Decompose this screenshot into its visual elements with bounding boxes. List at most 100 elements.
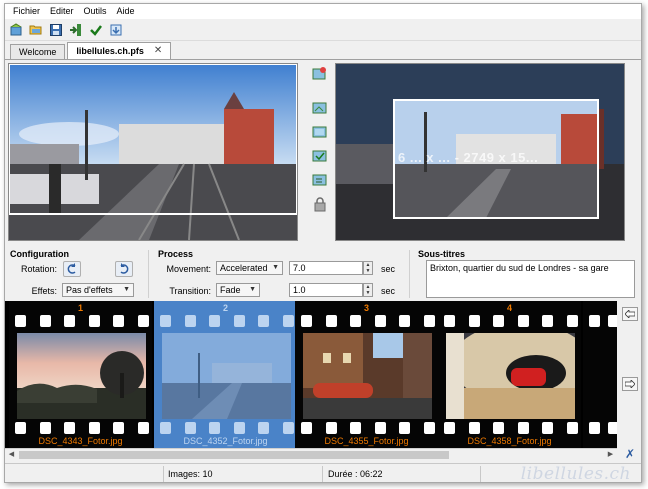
status-bar: Images: 10 Durée : 06:22 libellules.ch — [5, 463, 641, 483]
import-button[interactable] — [68, 22, 84, 38]
movement-duration-value: 7.0 — [293, 263, 306, 273]
frame-filename: DSC_4358_Fotor.jpg — [467, 436, 552, 446]
status-separator — [480, 466, 481, 482]
dimensions-overlay: 6 ... x ... - 2749 x 15... — [398, 150, 539, 165]
watermark: libellules.ch — [520, 464, 631, 483]
rotate-right-icon — [120, 263, 129, 274]
chevron-down-icon: ▼ — [272, 264, 279, 271]
save-icon — [50, 23, 62, 36]
sprocket-holes — [160, 422, 294, 434]
sprocket-holes — [301, 315, 435, 327]
sprocket-holes — [15, 315, 149, 327]
movement-select[interactable]: Accelerated ▼ — [216, 261, 283, 275]
status-separator — [322, 466, 323, 482]
new-project-button[interactable] — [8, 22, 24, 38]
rotate-left-button[interactable] — [63, 261, 81, 277]
rotate-right-button[interactable] — [115, 261, 133, 277]
effects-value: Pas d'effets — [66, 285, 113, 295]
filmstrip-frame[interactable]: 3 DSC_4355_Fotor.jpg — [295, 301, 438, 448]
open-folder-icon — [29, 25, 42, 34]
spinner-arrows-icon[interactable]: ▲ ▼ — [363, 261, 373, 275]
spinner-arrows-icon[interactable]: ▲ ▼ — [363, 283, 373, 297]
subtitle-textarea[interactable]: Brixton, quartier du sud de Londres - sa… — [426, 260, 635, 298]
tab-project[interactable]: libellules.ch.pfs ✕ — [67, 42, 172, 59]
arrow-right-icon — [625, 380, 635, 388]
tab-welcome[interactable]: Welcome — [10, 44, 66, 59]
scrollbar-thumb[interactable] — [19, 451, 449, 459]
sprocket-holes — [444, 315, 578, 327]
frame-thumbnail — [303, 333, 432, 419]
frame-thumbnail — [162, 333, 291, 419]
filmstrip-frame-partial[interactable] — [583, 301, 617, 448]
move-left-button[interactable] — [622, 307, 638, 321]
frame-filename: DSC_4343_Fotor.jpg — [38, 436, 123, 446]
movement-unit: sec — [381, 264, 396, 274]
transition-label: Transition: — [169, 286, 211, 296]
validate-button[interactable] — [88, 22, 104, 38]
scroll-right-icon[interactable]: ▶ — [604, 449, 617, 461]
sprocket-holes — [444, 422, 578, 434]
toolbar — [5, 19, 641, 41]
process-title: Process — [158, 249, 194, 259]
controls-area: Configuration Rotation: Effets: Pas d'ef… — [5, 246, 641, 301]
frame-filename: DSC_4355_Fotor.jpg — [324, 436, 409, 446]
effects-select[interactable]: Pas d'effets ▼ — [62, 283, 134, 297]
fit-end-button[interactable] — [311, 123, 329, 141]
tab-label: Welcome — [19, 47, 57, 57]
filmstrip-scrollbar[interactable]: ◀ ▶ — [5, 448, 617, 461]
copy-button[interactable] — [311, 171, 329, 189]
sprocket-holes — [15, 422, 149, 434]
source-photo — [9, 64, 297, 240]
delete-icon: ✗ — [624, 447, 636, 461]
filmstrip-frame[interactable]: 1 DSC_4343_Fotor.jpg — [9, 301, 152, 448]
image-reset-icon — [312, 67, 326, 80]
source-preview-panel[interactable] — [8, 63, 298, 241]
menu-outils[interactable]: Outils — [79, 4, 112, 19]
move-right-button[interactable] — [622, 377, 638, 391]
transition-duration-input[interactable]: 1.0 ▲ ▼ — [289, 283, 373, 297]
effects-label: Effets: — [31, 286, 57, 296]
chevron-down-icon: ▼ — [249, 286, 256, 293]
movement-duration-input[interactable]: 7.0 ▲ ▼ — [289, 261, 373, 275]
filmstrip-frame[interactable]: 4 DSC_4358_Fotor.jpg — [438, 301, 581, 448]
export-button[interactable] — [108, 22, 124, 38]
delete-button[interactable]: ✗ — [622, 447, 638, 461]
fit-start-button[interactable] — [311, 99, 329, 117]
frame-number: 2 — [222, 303, 228, 313]
frame-number: 4 — [506, 303, 512, 313]
swap-button[interactable] — [311, 147, 329, 165]
open-folder-button[interactable] — [28, 22, 44, 38]
transition-unit: sec — [381, 286, 396, 296]
image-copy-icon — [312, 174, 327, 186]
scroll-left-icon[interactable]: ◀ — [5, 449, 18, 461]
menu-fichier[interactable]: Fichier — [8, 4, 45, 19]
frame-thumbnail — [446, 333, 575, 419]
image-swap-icon — [312, 150, 327, 162]
status-separator — [163, 466, 164, 482]
sprocket-holes — [589, 422, 617, 434]
menu-bar: Fichier Editer Outils Aide — [5, 4, 641, 19]
sprocket-holes — [589, 315, 617, 327]
menu-aide[interactable]: Aide — [112, 4, 140, 19]
filmstrip-frame-selected[interactable]: 2 DSC_4352_Fotor.jpg — [154, 301, 297, 448]
lock-button[interactable] — [311, 195, 329, 213]
filmstrip-controls: ✗ — [617, 301, 641, 461]
frame-filename: DSC_4352_Fotor.jpg — [183, 436, 268, 446]
movement-value: Accelerated — [220, 263, 268, 273]
checkmark-icon — [90, 24, 102, 36]
transition-value: Fade — [220, 285, 241, 295]
destination-preview-panel[interactable]: 6 ... x ... - 2749 x 15... — [335, 63, 625, 241]
transition-duration-value: 1.0 — [293, 285, 306, 295]
reset-crop-button[interactable] — [311, 65, 329, 83]
filmstrip: 1 DSC_4343_Fotor.jpg 2 DSC_4352_Fotor.jp… — [5, 301, 617, 448]
preview-area: 6 ... x ... - 2749 x 15... — [5, 61, 641, 246]
rotate-left-icon — [67, 263, 76, 274]
save-button[interactable] — [48, 22, 64, 38]
close-icon[interactable]: ✕ — [154, 44, 162, 58]
frame-thumbnail — [17, 333, 146, 419]
image-fill-icon — [312, 126, 327, 138]
menu-editer[interactable]: Editer — [45, 4, 79, 19]
sprocket-holes — [301, 422, 435, 434]
transition-select[interactable]: Fade ▼ — [216, 283, 260, 297]
rotation-label: Rotation: — [20, 264, 57, 274]
